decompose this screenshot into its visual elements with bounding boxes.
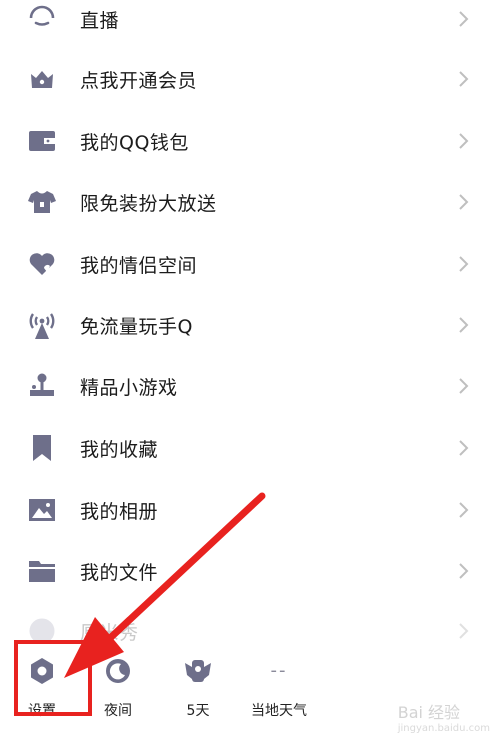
sign-in-days-button[interactable]: 5天 (166, 654, 230, 720)
chevron-right-icon (459, 133, 469, 149)
menu-item-favorites[interactable]: 我的收藏 (0, 417, 500, 479)
folder-icon (26, 555, 58, 587)
chevron-right-icon (459, 563, 469, 579)
chevron-right-icon (459, 317, 469, 333)
photo-icon (26, 494, 58, 526)
weather-value: -- (270, 660, 288, 681)
chevron-right-icon (459, 440, 469, 456)
menu-item-label: 直播 (80, 9, 120, 32)
moon-icon (101, 654, 135, 688)
chevron-right-icon (459, 623, 469, 639)
menu-item-label: 点我开通会员 (80, 69, 198, 92)
chevron-right-icon (459, 378, 469, 394)
menu-item-live[interactable]: 直播 (0, 0, 500, 50)
menu-item-album[interactable]: 我的相册 (0, 479, 500, 541)
menu-item-label: 我的相册 (80, 500, 159, 523)
bookmark-icon (26, 432, 58, 464)
menu-item-mini-games[interactable]: 精品小游戏 (0, 355, 500, 417)
menu-item-label: 限免装扮大放送 (80, 192, 217, 215)
wallet-icon (26, 125, 58, 157)
chevron-right-icon (459, 502, 469, 518)
menu-item-label: 我的收藏 (80, 438, 159, 461)
watermark-main: Bai 经验 (397, 703, 461, 722)
watermark-sub: jingyan.baidu.com (397, 723, 490, 734)
settings-highlight-box (14, 640, 92, 716)
heart-icon (26, 248, 58, 280)
menu-item-couple-space[interactable]: 我的情侣空间 (0, 233, 500, 295)
menu-item-label: 我的文件 (80, 561, 159, 584)
watermark: Bai 经验 jingyan.baidu.com (398, 699, 490, 734)
night-mode-button[interactable]: 夜间 (86, 654, 150, 720)
menu-item-dressup[interactable]: 限免装扮大放送 (0, 171, 500, 233)
chevron-right-icon (459, 11, 469, 27)
signal-tower-icon (26, 309, 58, 341)
chevron-right-icon (459, 71, 469, 87)
night-label: 夜间 (104, 703, 132, 719)
menu-item-label: 我的情侣空间 (80, 254, 198, 277)
days-label: 5天 (186, 703, 210, 719)
tshirt-icon (26, 186, 58, 218)
menu-item-files[interactable]: 我的文件 (0, 540, 500, 602)
weather-label: 当地天气 (251, 703, 307, 719)
menu-item-vip[interactable]: 点我开通会员 (0, 48, 500, 110)
chevron-right-icon (459, 194, 469, 210)
menu-item-free-data[interactable]: 免流量玩手Q (0, 294, 500, 356)
crown-icon (26, 63, 58, 95)
menu-item-label: 免流量玩手Q (80, 315, 193, 338)
live-icon (26, 3, 58, 35)
menu-item-wallet[interactable]: 我的QQ钱包 (0, 110, 500, 172)
weather-button[interactable]: -- 当地天气 (247, 654, 311, 720)
joystick-icon (26, 370, 58, 402)
menu-item-label: 精品小游戏 (80, 376, 178, 399)
menu-item-label: 我的QQ钱包 (80, 131, 189, 154)
chevron-right-icon (459, 256, 469, 272)
winged-badge-icon (181, 654, 215, 688)
